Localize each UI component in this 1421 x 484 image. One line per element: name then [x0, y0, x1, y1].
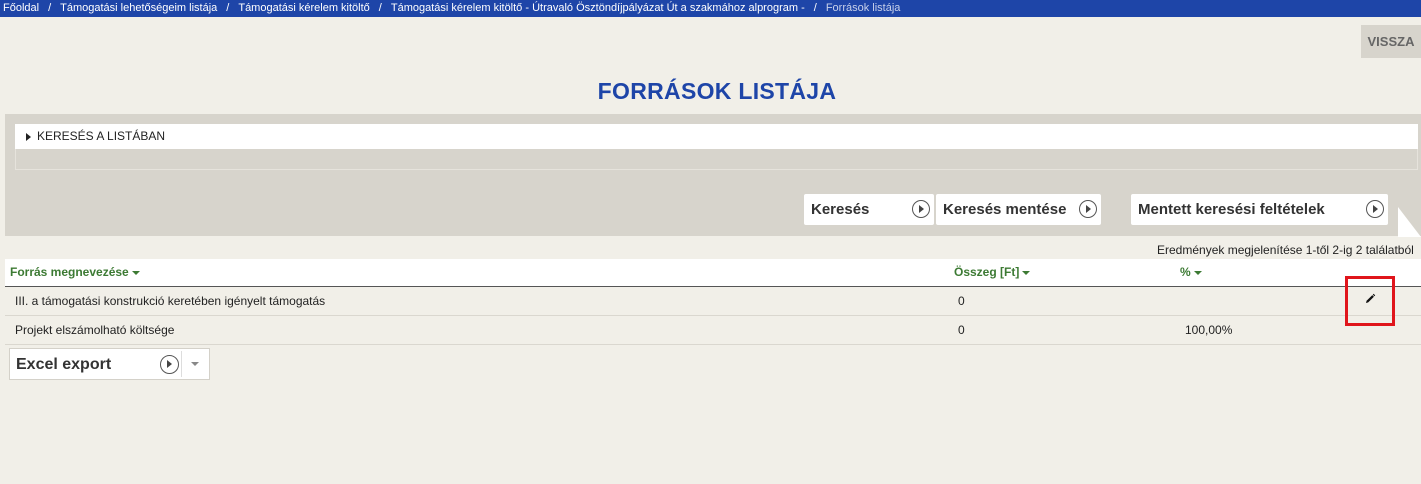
search-toggle[interactable]: KERESÉS A LISTÁBAN	[15, 124, 1418, 149]
sort-down-icon	[1022, 270, 1031, 275]
divider	[181, 351, 182, 377]
results-info: Eredmények megjelenítése 1-től 2-ig 2 ta…	[1157, 243, 1414, 257]
breadcrumb-application-filler[interactable]: Támogatási kérelem kitöltő	[238, 0, 369, 17]
column-header-amount[interactable]: Összeg [Ft]	[954, 259, 1031, 286]
sources-table: Forrás megnevezése Összeg [Ft] % III. a …	[5, 259, 1421, 345]
breadcrumb-separator: /	[378, 2, 382, 14]
search-button[interactable]: Keresés	[804, 194, 934, 225]
search-body	[15, 149, 1418, 170]
breadcrumb-separator: /	[48, 2, 52, 14]
saved-filters-button-label: Mentett keresési feltételek	[1138, 201, 1325, 218]
saved-filters-button[interactable]: Mentett keresési feltételek	[1131, 194, 1388, 225]
page-title: FORRÁSOK LISTÁJA	[597, 78, 837, 104]
breadcrumb-support-list[interactable]: Támogatási lehetőségeim listája	[60, 0, 217, 17]
breadcrumb-separator: /	[226, 2, 230, 14]
table-row[interactable]: III. a támogatási konstrukció keretében …	[5, 287, 1421, 316]
save-search-button-label: Keresés mentése	[943, 201, 1067, 218]
table-header: Forrás megnevezése Összeg [Ft] %	[5, 259, 1421, 287]
excel-export-control: Excel export	[9, 348, 210, 380]
search-button-label: Keresés	[811, 201, 870, 218]
cell-amount: 0	[958, 323, 965, 337]
search-toggle-label: KERESÉS A LISTÁBAN	[37, 129, 166, 143]
breadcrumb-current: Források listája	[825, 2, 901, 14]
search-panel: KERESÉS A LISTÁBAN Keresés Keresés menté…	[5, 114, 1421, 236]
circle-play-icon	[912, 200, 930, 218]
breadcrumb-home[interactable]: Főoldal	[3, 0, 39, 17]
column-header-percent[interactable]: %	[1180, 259, 1202, 286]
column-header-amount-label: Összeg [Ft]	[954, 265, 1020, 279]
back-button[interactable]: VISSZA	[1361, 25, 1421, 58]
chevron-down-icon[interactable]	[191, 362, 199, 366]
cell-percent: 100,00%	[1185, 323, 1233, 337]
circle-play-icon	[1079, 200, 1097, 218]
cell-name: Projekt elszámolható költsége	[15, 323, 175, 337]
triangle-right-icon	[26, 132, 31, 141]
breadcrumb-separator: /	[813, 2, 817, 14]
sort-down-icon	[131, 270, 140, 275]
column-header-percent-label: %	[1180, 265, 1191, 279]
circle-play-icon[interactable]	[160, 355, 179, 374]
table-row[interactable]: Projekt elszámolható költsége 0 100,00%	[5, 316, 1421, 345]
save-search-button[interactable]: Keresés mentése	[936, 194, 1101, 225]
excel-export-button[interactable]: Excel export	[16, 349, 111, 380]
column-header-name-label: Forrás megnevezése	[10, 265, 129, 279]
cell-name: III. a támogatási konstrukció keretében …	[15, 294, 326, 308]
cell-amount: 0	[958, 294, 965, 308]
column-header-name[interactable]: Forrás megnevezése	[10, 259, 140, 286]
circle-play-icon	[1366, 200, 1384, 218]
sort-down-icon	[1193, 270, 1202, 275]
pencil-icon[interactable]	[1364, 293, 1376, 305]
breadcrumb: Főoldal / Támogatási lehetőségeim listája /…	[0, 0, 1421, 17]
breadcrumb-application-subprogram[interactable]: Támogatási kérelem kitöltő - Útravaló Ös…	[391, 0, 805, 17]
